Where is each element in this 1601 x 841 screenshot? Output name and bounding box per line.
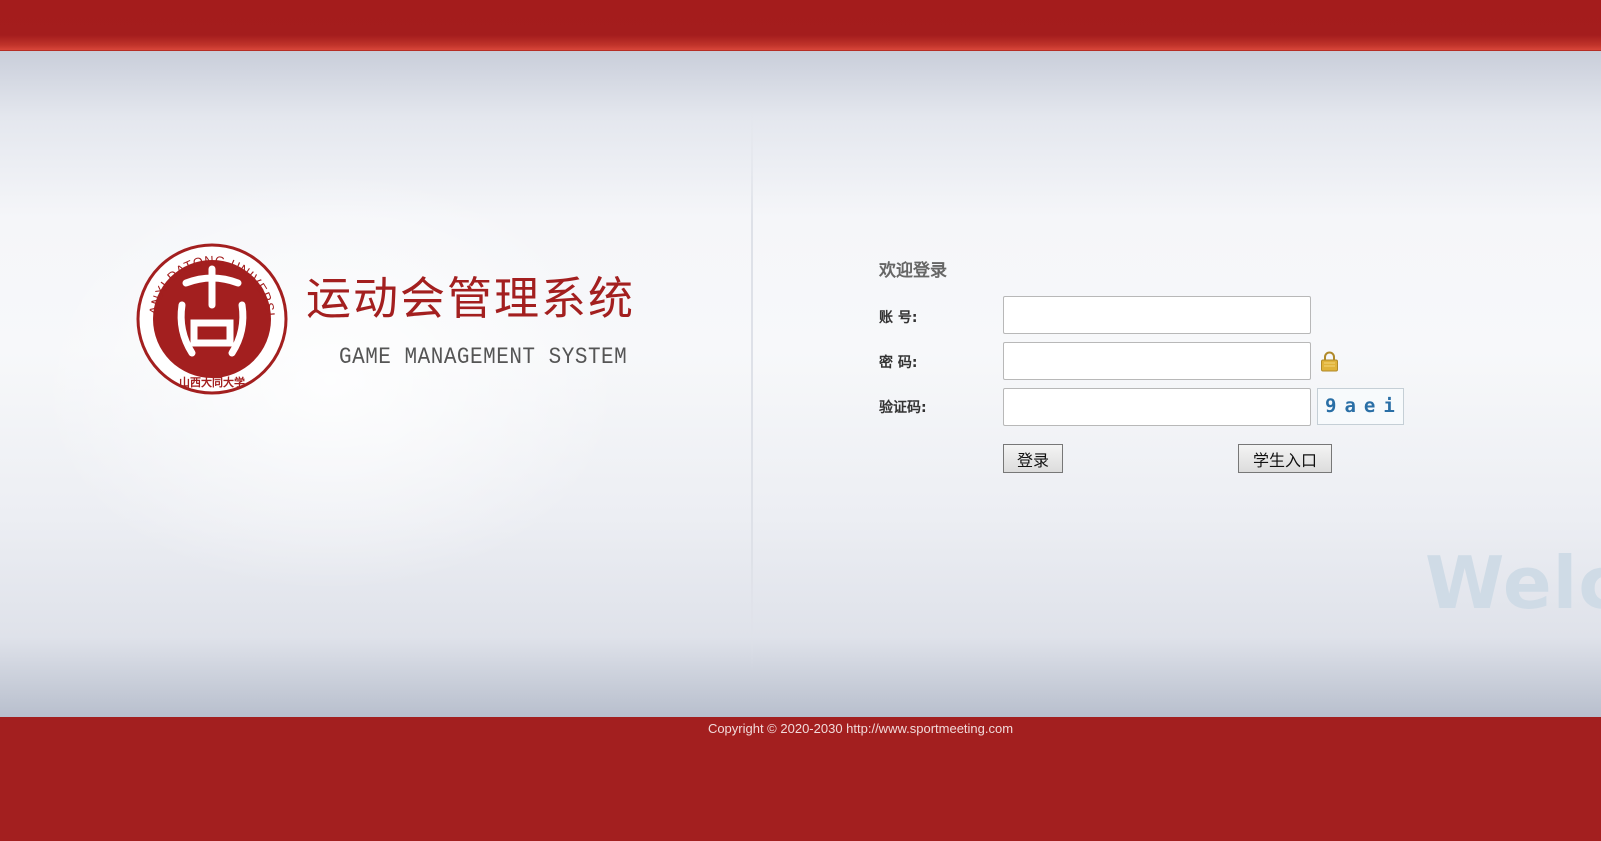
account-input[interactable] xyxy=(1003,296,1311,334)
footer: Copyright © 2020-2030 http://www.sportme… xyxy=(0,717,1601,841)
lock-icon xyxy=(1321,351,1338,372)
login-button[interactable]: 登录 xyxy=(1003,444,1063,473)
password-label: 密 码: xyxy=(879,355,918,371)
university-seal-logo: SHANXI DATONG UNIVERSITY 山西大同大学 xyxy=(136,243,288,395)
captcha-label: 验证码: xyxy=(879,400,927,416)
password-input[interactable] xyxy=(1003,342,1311,380)
account-label: 账 号: xyxy=(879,310,918,326)
copyright-text: Copyright © 2020-2030 http://www.sportme… xyxy=(707,721,1014,736)
logo-text-bottom: 山西大同大学 xyxy=(179,375,245,389)
captcha-image[interactable]: 9aei xyxy=(1317,388,1404,425)
system-title: 运动会管理系统 xyxy=(306,272,636,325)
login-heading: 欢迎登录 xyxy=(879,261,947,281)
top-banner xyxy=(0,0,1601,51)
panel-divider xyxy=(751,111,753,671)
welcome-watermark: Welco xyxy=(1425,541,1601,621)
system-subtitle: GAME MANAGEMENT SYSTEM xyxy=(339,345,628,371)
student-entry-button[interactable]: 学生入口 xyxy=(1238,444,1332,473)
captcha-image-text: 9aei xyxy=(1325,395,1403,417)
captcha-input[interactable] xyxy=(1003,388,1311,426)
